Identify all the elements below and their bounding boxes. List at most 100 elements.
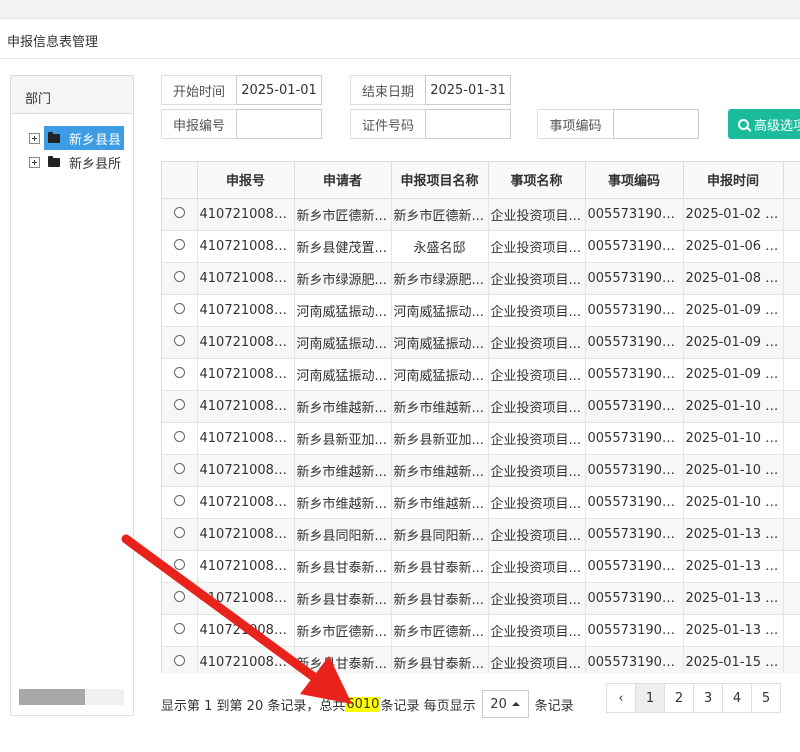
page-size-select[interactable]: 20	[481, 690, 529, 718]
horizontal-scrollbar[interactable]	[19, 689, 124, 705]
tree-node-xinxiang-county[interactable]: 新乡县县	[29, 126, 135, 150]
top-bar	[0, 0, 800, 19]
table-row[interactable]: 41072100825... 新乡县同阳新... 新乡县同阳新... 企业投资项目..…	[162, 518, 800, 551]
table-row[interactable]: 41072100825... 河南威猛振动... 河南威猛振动... 企业投资项目..…	[162, 358, 800, 391]
folder-icon	[48, 155, 60, 167]
item-code-cell: 005573190GG...	[585, 390, 684, 423]
column-header-project-name[interactable]: 申报项目名称	[391, 162, 489, 199]
column-header-applicant[interactable]: 申请者	[294, 162, 392, 199]
table-row[interactable]: 41072100825... 新乡市匠德新... 新乡市匠德新... 企业投资项目..…	[162, 614, 800, 647]
apply-no-input[interactable]	[236, 109, 322, 139]
page-button-1[interactable]: 1	[635, 683, 665, 713]
cert-no-label: 证件号码	[350, 109, 426, 139]
item-code-cell: 005573190GG...	[585, 518, 684, 551]
start-time-input[interactable]: 2025-01-01	[236, 75, 322, 105]
table-header-row: 申报号 申请者 申报项目名称 事项名称 事项编码 申报时间 当	[162, 162, 800, 199]
truncated-cell	[783, 198, 800, 231]
column-header-item-name[interactable]: 事项名称	[488, 162, 586, 199]
applicant-cell: 河南威猛振动...	[294, 358, 392, 391]
end-date-input[interactable]: 2025-01-31	[425, 75, 511, 105]
item-name-cell: 企业投资项目...	[488, 550, 586, 583]
table-row[interactable]: 41072100825... 新乡县甘泰新... 新乡县甘泰新... 企业投资项目..…	[162, 646, 800, 673]
column-header-truncated[interactable]: 当	[783, 162, 800, 199]
row-radio-button[interactable]	[173, 398, 185, 410]
row-radio-button[interactable]	[173, 526, 185, 538]
row-radio-button[interactable]	[173, 654, 185, 666]
tree-node-label: 新乡县所	[69, 156, 122, 172]
table-row[interactable]: 41072100825... 新乡市维越新... 新乡市维越新... 企业投资项目..…	[162, 454, 800, 487]
row-select-cell[interactable]	[162, 326, 198, 359]
row-radio-button[interactable]	[173, 462, 185, 474]
table-row[interactable]: 41072100825... 新乡县甘泰新... 新乡县甘泰新... 企业投资项目..…	[162, 550, 800, 583]
table-row[interactable]: 41072100825... 新乡市维越新... 新乡市维越新... 企业投资项目..…	[162, 486, 800, 519]
row-radio-button[interactable]	[173, 494, 185, 506]
row-radio-button[interactable]	[173, 238, 185, 250]
expand-plus-icon[interactable]	[29, 132, 40, 144]
row-radio-button[interactable]	[173, 206, 185, 218]
page-button-5[interactable]: 5	[751, 683, 781, 713]
project-name-cell: 新乡县甘泰新...	[391, 582, 489, 615]
scrollbar-thumb[interactable]	[19, 689, 85, 705]
table-row[interactable]: 41072100825... 新乡市绿源肥... 新乡市绿源肥... 企业投资项目..…	[162, 262, 800, 295]
apply-no-cell: 41072100825...	[197, 390, 295, 423]
table-row[interactable]: 41072100825... 新乡市匠德新... 新乡市匠德新... 企业投资项目..…	[162, 198, 800, 231]
item-code-input[interactable]	[613, 109, 699, 139]
column-header-apply-time[interactable]: 申报时间	[683, 162, 784, 199]
row-radio-button[interactable]	[173, 334, 185, 346]
page-button-4[interactable]: 4	[722, 683, 752, 713]
project-name-cell: 新乡市维越新...	[391, 390, 489, 423]
row-select-cell[interactable]	[162, 582, 198, 615]
applicant-cell: 河南威猛振动...	[294, 326, 392, 359]
row-radio-button[interactable]	[173, 302, 185, 314]
item-name-cell: 企业投资项目...	[488, 262, 586, 295]
row-radio-button[interactable]	[173, 430, 185, 442]
project-name-cell: 永盛名邸	[391, 230, 489, 263]
project-name-cell: 新乡市绿源肥...	[391, 262, 489, 295]
page-button-2[interactable]: 2	[664, 683, 694, 713]
pager-info-middle: 条记录 每页显示	[380, 698, 476, 714]
row-select-cell[interactable]	[162, 230, 198, 263]
row-select-cell[interactable]	[162, 614, 198, 647]
column-header-item-code[interactable]: 事项编码	[585, 162, 684, 199]
cert-no-input[interactable]	[425, 109, 511, 139]
table-row[interactable]: 41072100825... 新乡县健茂置... 永盛名邸 企业投资项目... 0055…	[162, 230, 800, 263]
applicant-cell: 新乡市维越新...	[294, 486, 392, 519]
pager-info-prefix: 显示第 1 到第 20 条记录，总共	[161, 698, 346, 714]
prev-page-button[interactable]: ‹	[606, 683, 636, 713]
item-code-cell: 005573190GG...	[585, 262, 684, 295]
row-select-cell[interactable]	[162, 454, 198, 487]
advanced-options-button[interactable]: 高级选项	[728, 109, 800, 139]
truncated-cell	[783, 294, 800, 327]
row-select-cell[interactable]	[162, 486, 198, 519]
applicant-cell: 河南威猛振动...	[294, 294, 392, 327]
expand-plus-icon[interactable]	[29, 156, 40, 168]
pager-info: 显示第 1 到第 20 条记录，总共 6010 条记录 每页显示 20 条记录	[161, 690, 574, 718]
row-radio-button[interactable]	[173, 270, 185, 282]
table-row[interactable]: 41072100825... 新乡市维越新... 新乡市维越新... 企业投资项目..…	[162, 390, 800, 423]
row-select-cell[interactable]	[162, 646, 198, 673]
row-select-cell[interactable]	[162, 294, 198, 327]
applicant-cell: 新乡县同阳新...	[294, 518, 392, 551]
page-button-3[interactable]: 3	[693, 683, 723, 713]
row-select-cell[interactable]	[162, 198, 198, 231]
row-select-cell[interactable]	[162, 262, 198, 295]
row-select-cell[interactable]	[162, 422, 198, 455]
apply-no-cell: 41072100825...	[197, 294, 295, 327]
table-row[interactable]: 41072100825... 新乡县甘泰新... 新乡县甘泰新... 企业投资项目..…	[162, 582, 800, 615]
row-select-cell[interactable]	[162, 550, 198, 583]
row-radio-button[interactable]	[173, 622, 185, 634]
row-select-cell[interactable]	[162, 358, 198, 391]
apply-time-cell: 2025-01-13 11:...	[683, 550, 784, 583]
row-radio-button[interactable]	[173, 366, 185, 378]
table-row[interactable]: 41072100825... 新乡县新亚加... 新乡县新亚加... 企业投资项目..…	[162, 422, 800, 455]
row-select-cell[interactable]	[162, 518, 198, 551]
row-radio-button[interactable]	[173, 558, 185, 570]
tree-node-xinxiang-office[interactable]: 新乡县所	[29, 150, 135, 174]
row-radio-button[interactable]	[173, 590, 185, 602]
table-row[interactable]: 41072100825... 河南威猛振动... 河南威猛振动... 企业投资项目..…	[162, 326, 800, 359]
item-code-cell: 005573190GG...	[585, 550, 684, 583]
apply-time-cell: 2025-01-10 19...	[683, 454, 784, 487]
table-row[interactable]: 41072100825... 河南威猛振动... 河南威猛振动... 企业投资项目..…	[162, 294, 800, 327]
column-header-apply-no[interactable]: 申报号	[197, 162, 295, 199]
row-select-cell[interactable]	[162, 390, 198, 423]
